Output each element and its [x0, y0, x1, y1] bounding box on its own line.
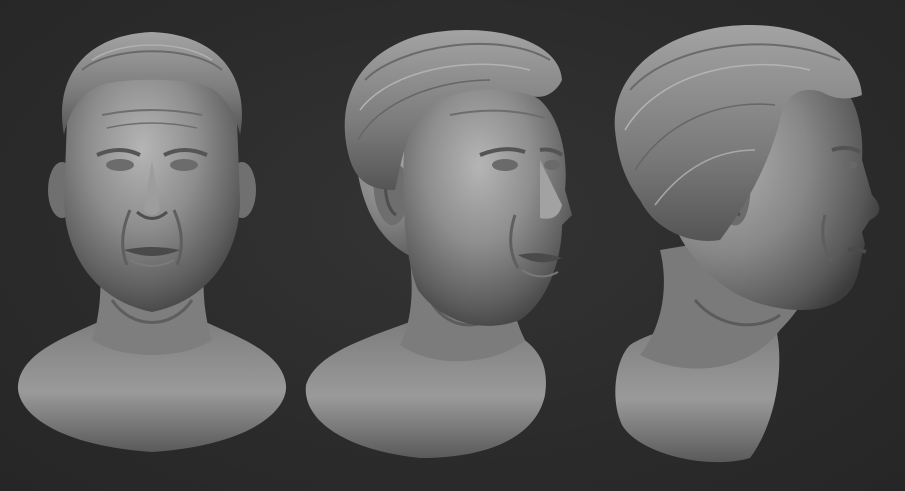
bust-three-quarter-view	[300, 0, 590, 491]
bust-front-view	[12, 0, 292, 491]
bust-profile-view	[600, 0, 900, 491]
sculpt-render-canvas	[0, 0, 905, 491]
